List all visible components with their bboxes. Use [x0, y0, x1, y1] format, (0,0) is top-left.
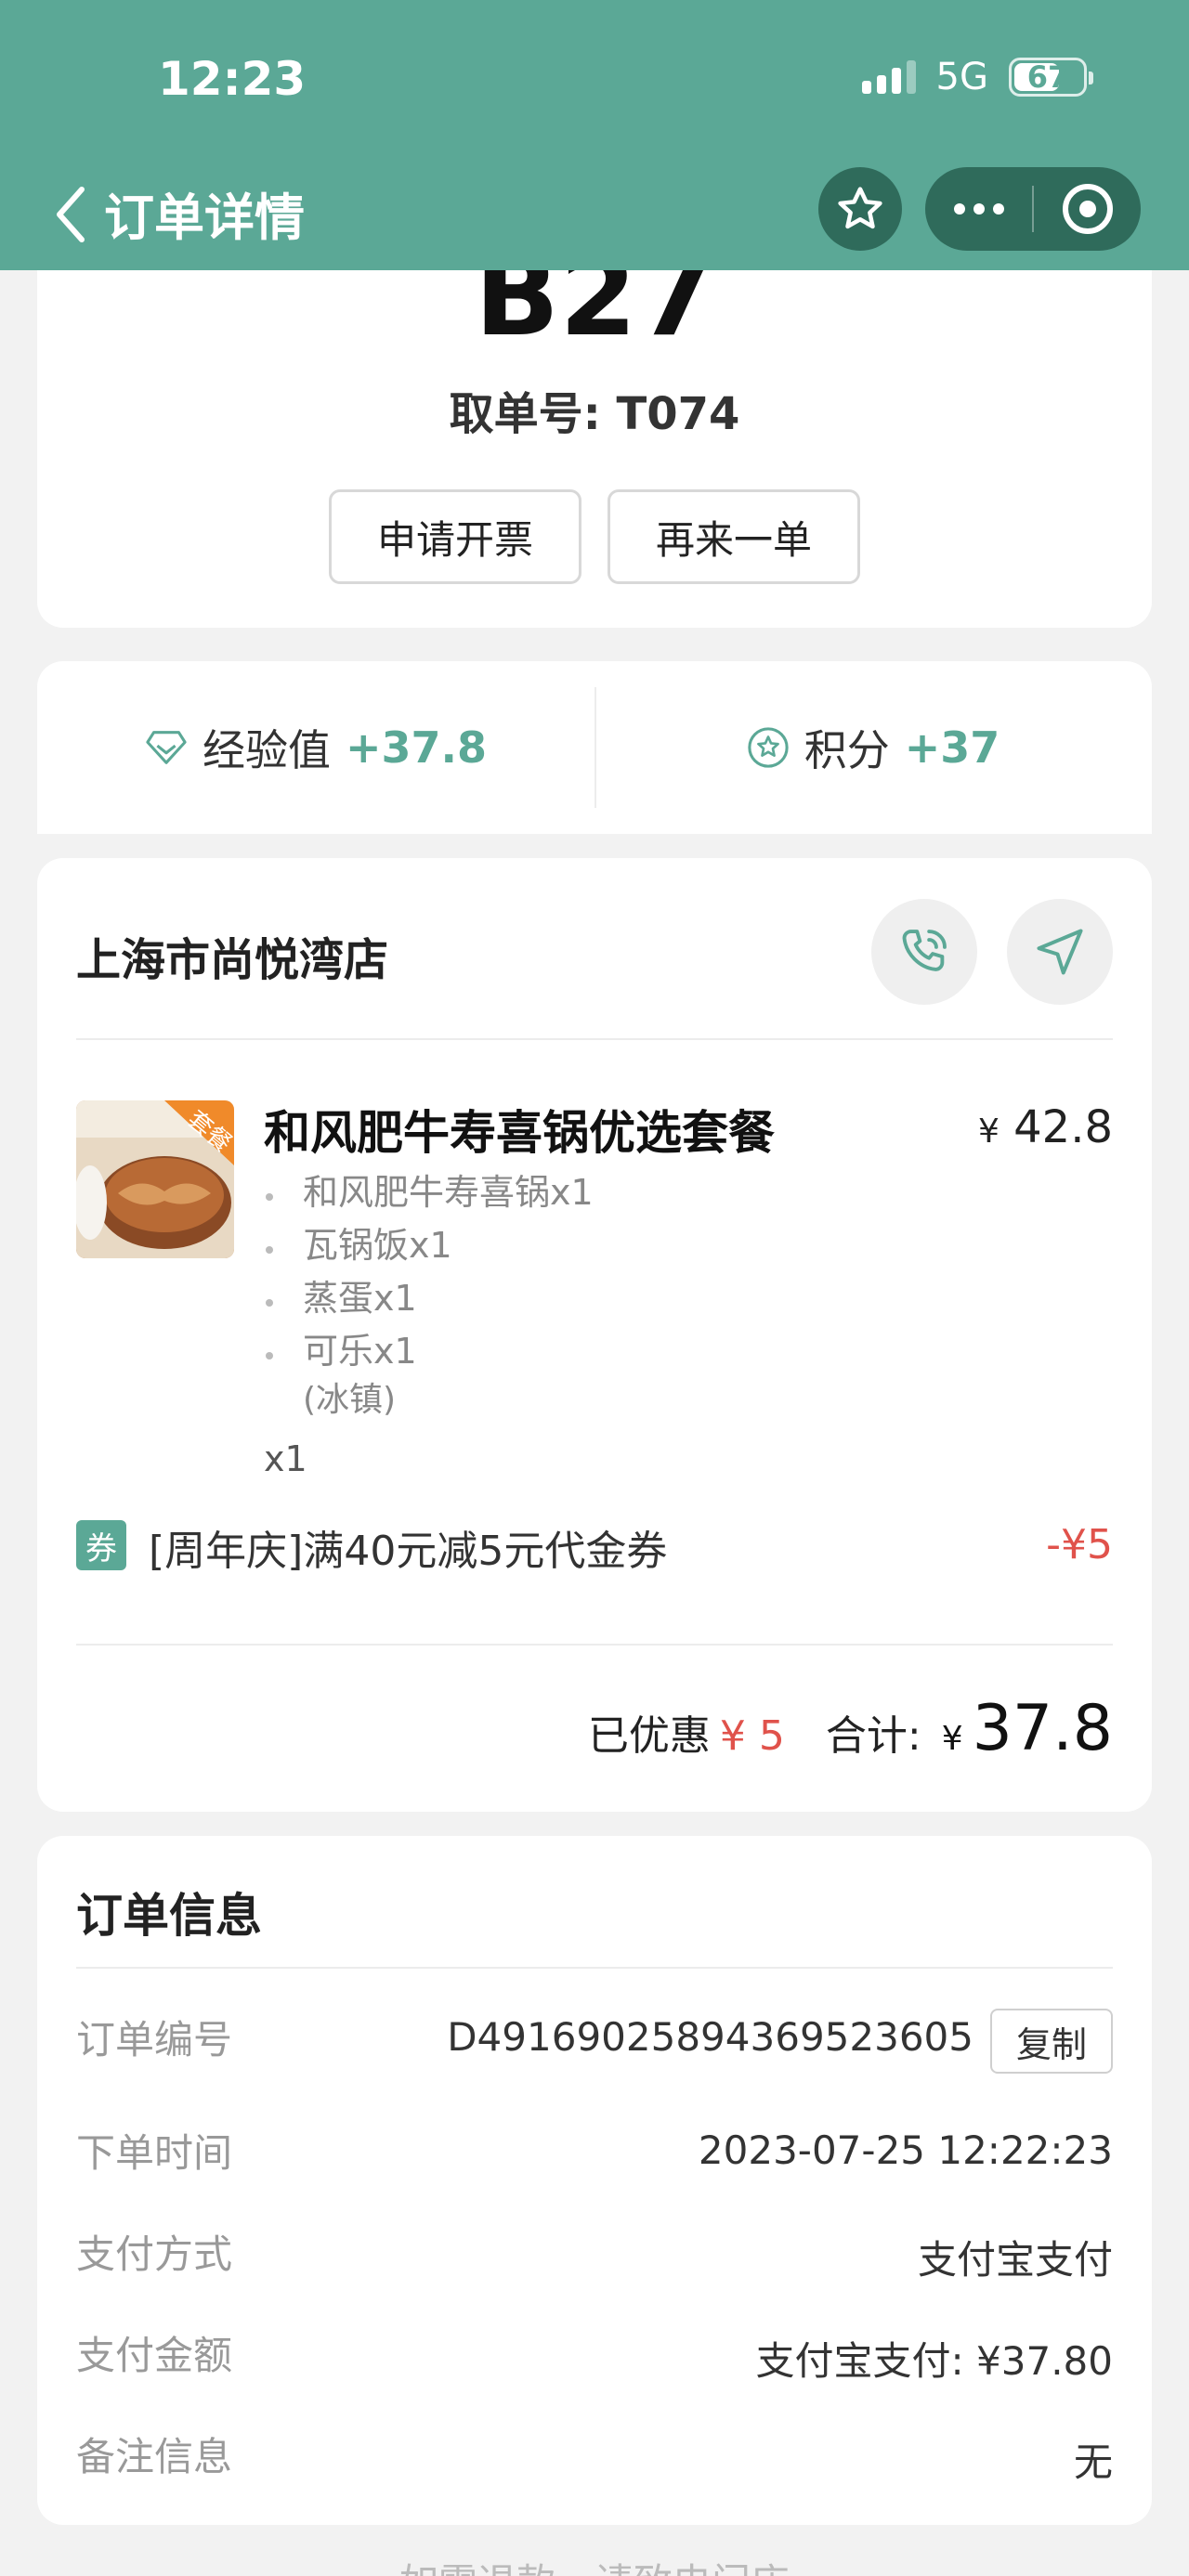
divider: [76, 1967, 1113, 1969]
star-icon: [838, 187, 882, 229]
nav-bar: 订单详情: [0, 167, 1189, 270]
navigation-arrow-icon: [1037, 929, 1083, 975]
battery-icon: 67: [1009, 58, 1093, 97]
mini-program-capsule: [925, 167, 1141, 251]
info-value: 支付宝支付: ¥37.80: [755, 2338, 1113, 2384]
info-row-order-id: 订单编号 D4916902589436952360​5 复制: [76, 2009, 1113, 2074]
info-row-payment-amount: 支付金额 支付宝支付: ¥37.80: [76, 2324, 1113, 2389]
points-reward: 积分 +37: [594, 661, 1152, 834]
divider: [76, 1038, 1113, 1040]
info-value: 2023-07-25 12:22:23: [698, 2127, 1113, 2173]
experience-value: +37.8: [345, 722, 488, 773]
top-bar: 12:23 5G 67 订单详情: [0, 0, 1189, 270]
coupon-name: [周年庆]满40元减5元代金券: [149, 1528, 668, 1575]
info-row-remarks: 备注信息 无: [76, 2426, 1113, 2491]
item-name: 和风肥牛寿喜锅优选套餐: [264, 1106, 775, 1160]
points-value: +37: [904, 722, 1000, 773]
close-miniprogram-button[interactable]: [1034, 167, 1141, 251]
phone-icon: [902, 930, 947, 971]
info-row-order-time: 下单时间 2023-07-25 12:22:23: [76, 2122, 1113, 2187]
order-number-card: B27 取单号: T074 申请开票 再来一单: [37, 214, 1152, 628]
target-icon: [1062, 184, 1113, 234]
sub-item-note: (冰镇): [303, 1381, 397, 1419]
total-label: 合计:: [825, 1712, 921, 1760]
experience-reward: 经验值 +37.8: [37, 661, 594, 834]
navigate-store-button[interactable]: [1007, 899, 1113, 1005]
discount-value: ¥ 5: [719, 1712, 785, 1760]
order-info-card: 订单信息 订单编号 D4916902589436952360​5 复制 下单时间…: [37, 1836, 1152, 2525]
reorder-button[interactable]: 再来一单: [608, 489, 860, 584]
points-label: 积分: [804, 725, 890, 775]
info-value: 支付宝支付: [917, 2237, 1113, 2283]
page-title: 订单详情: [104, 189, 305, 247]
battery-level: 67: [1026, 59, 1069, 95]
info-value: 无: [1073, 2439, 1113, 2485]
discount-label: 已优惠: [587, 1712, 711, 1760]
order-summary: 已优惠 ¥ 5 合计: ¥ 37.8: [588, 1692, 1113, 1765]
diamond-icon: [146, 731, 187, 764]
more-button[interactable]: [925, 167, 1032, 251]
pickup-number: 取单号: T074: [449, 388, 740, 440]
sub-item: 可乐x1: [266, 1325, 594, 1378]
signal-icon: [861, 60, 916, 94]
info-key: 支付方式: [76, 2231, 233, 2277]
info-key: 下单时间: [76, 2130, 233, 2176]
info-key: 订单编号: [76, 2017, 233, 2062]
item-image: 套餐: [76, 1100, 234, 1258]
invoice-button[interactable]: 申请开票: [329, 489, 581, 584]
total-amount: 37.8: [972, 1692, 1113, 1765]
favorite-button[interactable]: [818, 167, 902, 251]
coupon-tag: 券: [76, 1520, 126, 1570]
divider: [76, 1644, 1113, 1646]
coupon-amount: -¥5: [1046, 1521, 1113, 1568]
section-title: 订单信息: [76, 1889, 262, 1943]
info-key: 备注信息: [76, 2434, 233, 2479]
copy-button[interactable]: 复制: [990, 2009, 1113, 2074]
refund-hint: 如需退款，请致电门店: [0, 2552, 1189, 2576]
store-name: 上海市尚悦湾店: [76, 934, 389, 986]
total-currency: ¥: [941, 1720, 963, 1758]
order-id-value: D4916902589436952360​5: [447, 2014, 973, 2060]
status-icons: 5G 67: [861, 56, 1093, 98]
store-order-card: 上海市尚悦湾店 套餐 和风肥牛寿喜锅优选套餐 ¥ 42.8 和风肥牛寿喜锅x1 …: [37, 858, 1152, 1812]
star-badge-icon: [748, 727, 789, 768]
sub-item: 和风肥牛寿喜锅x1: [266, 1166, 594, 1219]
item-price: ¥ 42.8: [977, 1101, 1113, 1153]
rewards-card: 经验值 +37.8 积分 +37: [37, 661, 1152, 834]
sub-item: 蒸蛋x1: [266, 1272, 594, 1325]
experience-label: 经验值: [202, 725, 331, 775]
sub-item-list: 和风肥牛寿喜锅x1 瓦锅饭x1 蒸蛋x1 可乐x1 (冰镇): [266, 1166, 594, 1426]
status-time: 12:23: [158, 52, 307, 106]
chevron-left-icon: [57, 187, 85, 242]
item-quantity: x1: [264, 1438, 307, 1479]
back-button[interactable]: [54, 184, 110, 249]
call-store-button[interactable]: [871, 899, 977, 1005]
network-label: 5G: [935, 56, 988, 98]
info-row-payment-method: 支付方式 支付宝支付: [76, 2223, 1113, 2288]
sub-item: 瓦锅饭x1: [266, 1219, 594, 1272]
info-key: 支付金额: [76, 2333, 233, 2378]
